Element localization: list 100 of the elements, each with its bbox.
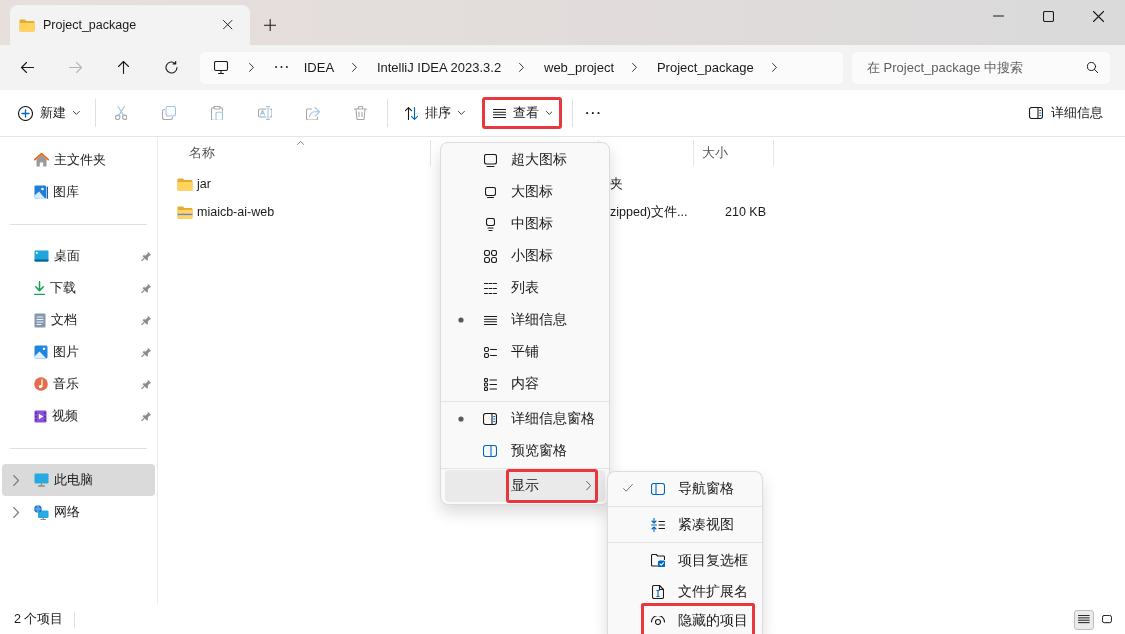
file-name[interactable]: miaicb-ai-web — [197, 205, 275, 219]
tab[interactable]: Project_package — [10, 5, 250, 45]
maximize-icon — [1042, 10, 1054, 22]
sort-button[interactable]: 排序 — [396, 97, 472, 129]
sidebar-item[interactable]: 图库 — [2, 176, 155, 208]
music-note-icon — [34, 377, 48, 391]
sidebar-item[interactable]: 图片 — [2, 336, 155, 368]
file-type: 夹 — [610, 175, 623, 193]
side-panel-icon — [483, 413, 497, 425]
clipboard-icon — [210, 105, 223, 121]
file-cursor-icon — [652, 584, 664, 599]
sidebar-item[interactable]: 桌面 — [2, 240, 155, 272]
lines-icon — [1078, 615, 1090, 624]
eye-icon — [651, 616, 665, 625]
sidebar-item[interactable]: 主文件夹 — [2, 144, 155, 176]
plus-icon — [263, 18, 277, 32]
search-field[interactable]: 在 Project_package 中搜索 — [852, 51, 1110, 84]
folder-icon — [177, 177, 193, 191]
side-panel-icon — [1029, 107, 1043, 119]
chevron-icon — [249, 63, 254, 72]
chevron-icon — [585, 481, 591, 491]
address-bar[interactable]: IDEA IntelliJ IDEA 2023.3.2 web_project Project_package — [200, 51, 843, 84]
home-icon — [34, 153, 49, 167]
ellipsis-icon — [274, 66, 288, 69]
lines-icon — [483, 315, 497, 325]
sort-caret-icon — [296, 141, 304, 145]
caret-icon — [457, 111, 465, 115]
sidebar-item[interactable]: 网络 — [2, 496, 155, 528]
menu-item[interactable]: 文件扩展名 — [612, 576, 758, 607]
share-icon — [305, 106, 320, 120]
bulleted-list-icon — [483, 346, 497, 358]
column-header[interactable]: 大小 — [694, 140, 774, 166]
large-tile-icon — [483, 153, 497, 167]
sidebar-item[interactable]: 下载 — [2, 272, 155, 304]
list-icon — [483, 282, 497, 294]
up-arrow-icon — [117, 61, 129, 74]
refresh-icon — [164, 61, 178, 74]
scissors-icon — [114, 106, 127, 120]
sidebar-item[interactable]: 此电脑 — [2, 464, 155, 496]
split-panel-icon — [651, 482, 665, 495]
folder-icon — [19, 18, 35, 32]
view-button[interactable]: 查看 — [481, 97, 563, 129]
menu-item[interactable]: 紧凑视图 — [612, 509, 758, 540]
forward-arrow-icon — [68, 62, 82, 73]
compress-icon — [651, 517, 665, 532]
download-icon — [34, 280, 45, 296]
grid-icon — [483, 249, 497, 263]
item-count: 2 个项目 — [14, 611, 64, 628]
menu-item[interactable]: 内容 — [445, 368, 605, 400]
video-icon — [34, 409, 47, 423]
caret-icon — [545, 111, 553, 115]
menu-item[interactable]: 平铺 — [445, 336, 605, 368]
sidebar-item[interactable]: 音乐 — [2, 368, 155, 400]
rename-icon — [257, 106, 272, 120]
file-type: zipped)文件... — [610, 203, 688, 221]
menu-item[interactable]: 显示 — [445, 470, 605, 502]
menu-item[interactable]: 列表 — [445, 272, 605, 304]
network-icon — [34, 504, 49, 520]
minimize-icon — [992, 15, 1004, 17]
copy-icon — [161, 106, 176, 120]
menu-item[interactable]: 项目复选框 — [612, 545, 758, 576]
more-icon — [586, 111, 601, 115]
menu-item[interactable]: 详细信息 — [445, 304, 605, 336]
column-header[interactable]: 名称 — [171, 140, 431, 166]
breadcrumb-item[interactable]: IDEA — [303, 53, 335, 82]
file-size: 210 KB — [725, 205, 766, 219]
picture-icon — [34, 345, 48, 359]
details-view-button[interactable] — [1074, 609, 1094, 630]
chevron-icon — [519, 63, 524, 72]
zip-folder-icon — [177, 205, 193, 219]
plus-circle-icon — [18, 105, 33, 121]
close-icon — [1092, 10, 1104, 22]
file-name[interactable]: jar — [197, 177, 211, 191]
desktop-icon — [34, 250, 49, 262]
menu-item[interactable]: 预览窗格 — [445, 435, 605, 467]
monitor-icon — [214, 61, 228, 74]
sort-arrows-icon — [404, 106, 418, 120]
menu-item[interactable]: 导航窗格 — [612, 473, 758, 504]
sidebar-item[interactable]: 文档 — [2, 304, 155, 336]
search-icon — [1087, 61, 1099, 74]
menu-item[interactable]: 详细信息窗格 — [445, 403, 605, 435]
computer-icon — [34, 473, 49, 487]
details-button[interactable]: 详细信息 — [1021, 97, 1110, 129]
menu-item[interactable]: 大图标 — [445, 176, 605, 208]
chevron-icon — [352, 63, 357, 72]
tile-icon — [1102, 614, 1112, 625]
trash-icon — [354, 106, 368, 120]
close-icon — [223, 20, 233, 30]
menu-item[interactable]: 中图标 — [445, 208, 605, 240]
menu-item[interactable]: 小图标 — [445, 240, 605, 272]
new-button[interactable]: 新建 — [10, 97, 87, 129]
breadcrumb-item[interactable]: Project_package — [656, 53, 754, 82]
chevron-icon — [632, 63, 637, 72]
folder-checkbox-icon — [651, 553, 665, 568]
sidebar-item[interactable]: 视频 — [2, 400, 155, 432]
menu-item[interactable]: 隐藏的项目 — [612, 607, 758, 634]
menu-item[interactable]: 超大图标 — [445, 144, 605, 176]
breadcrumb-item[interactable]: IntelliJ IDEA 2023.3.2 — [376, 53, 502, 82]
breadcrumb-item[interactable]: web_project — [544, 53, 615, 82]
lines-icon — [492, 108, 506, 118]
